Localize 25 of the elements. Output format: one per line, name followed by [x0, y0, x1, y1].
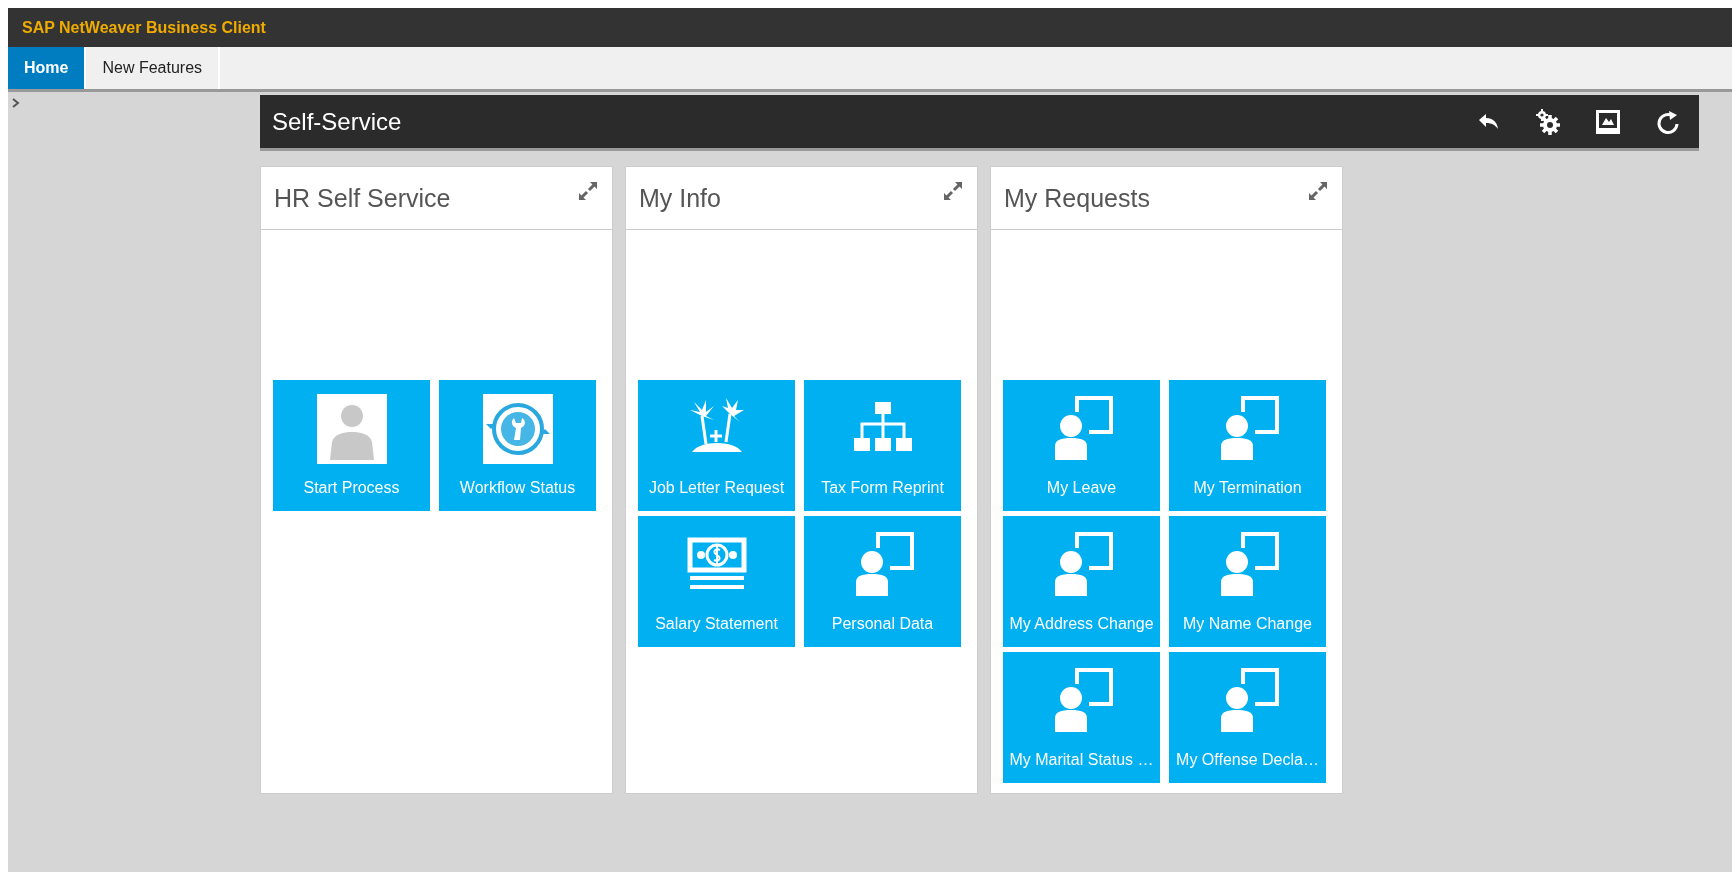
tile[interactable]: Start Process — [273, 380, 430, 511]
expand-icon[interactable] — [1306, 179, 1330, 203]
chevron-right-icon[interactable] — [12, 98, 20, 108]
tile[interactable]: My Address Change — [1003, 516, 1160, 647]
tile[interactable]: Workflow Status — [439, 380, 596, 511]
tile[interactable]: Personal Data — [804, 516, 961, 647]
expand-icon[interactable] — [576, 179, 600, 203]
tile[interactable]: Salary Statement — [638, 516, 795, 647]
tile[interactable]: Tax Form Reprint — [804, 380, 961, 511]
tile[interactable]: My Marital Status … — [1003, 652, 1160, 783]
tile[interactable]: My Termination — [1169, 380, 1326, 511]
settings-icon[interactable] — [1533, 106, 1563, 137]
tab[interactable]: Home — [8, 47, 87, 89]
expand-icon[interactable] — [941, 179, 965, 203]
tile[interactable]: Job Letter Request — [638, 380, 795, 511]
page-title: Self-Service — [272, 107, 403, 136]
person-silhouette-icon — [316, 394, 387, 464]
tile[interactable]: My Leave — [1003, 380, 1160, 511]
tile[interactable]: My Name Change — [1169, 516, 1326, 647]
tile[interactable]: My Offense Decla… — [1169, 652, 1326, 783]
wrench-cycle-icon — [482, 394, 553, 464]
app-title: SAP NetWeaver Business Client — [22, 18, 266, 37]
card-title: HR Self Service — [274, 183, 452, 213]
card-title: My Requests — [1004, 183, 1151, 213]
card-title: My Info — [639, 183, 722, 213]
